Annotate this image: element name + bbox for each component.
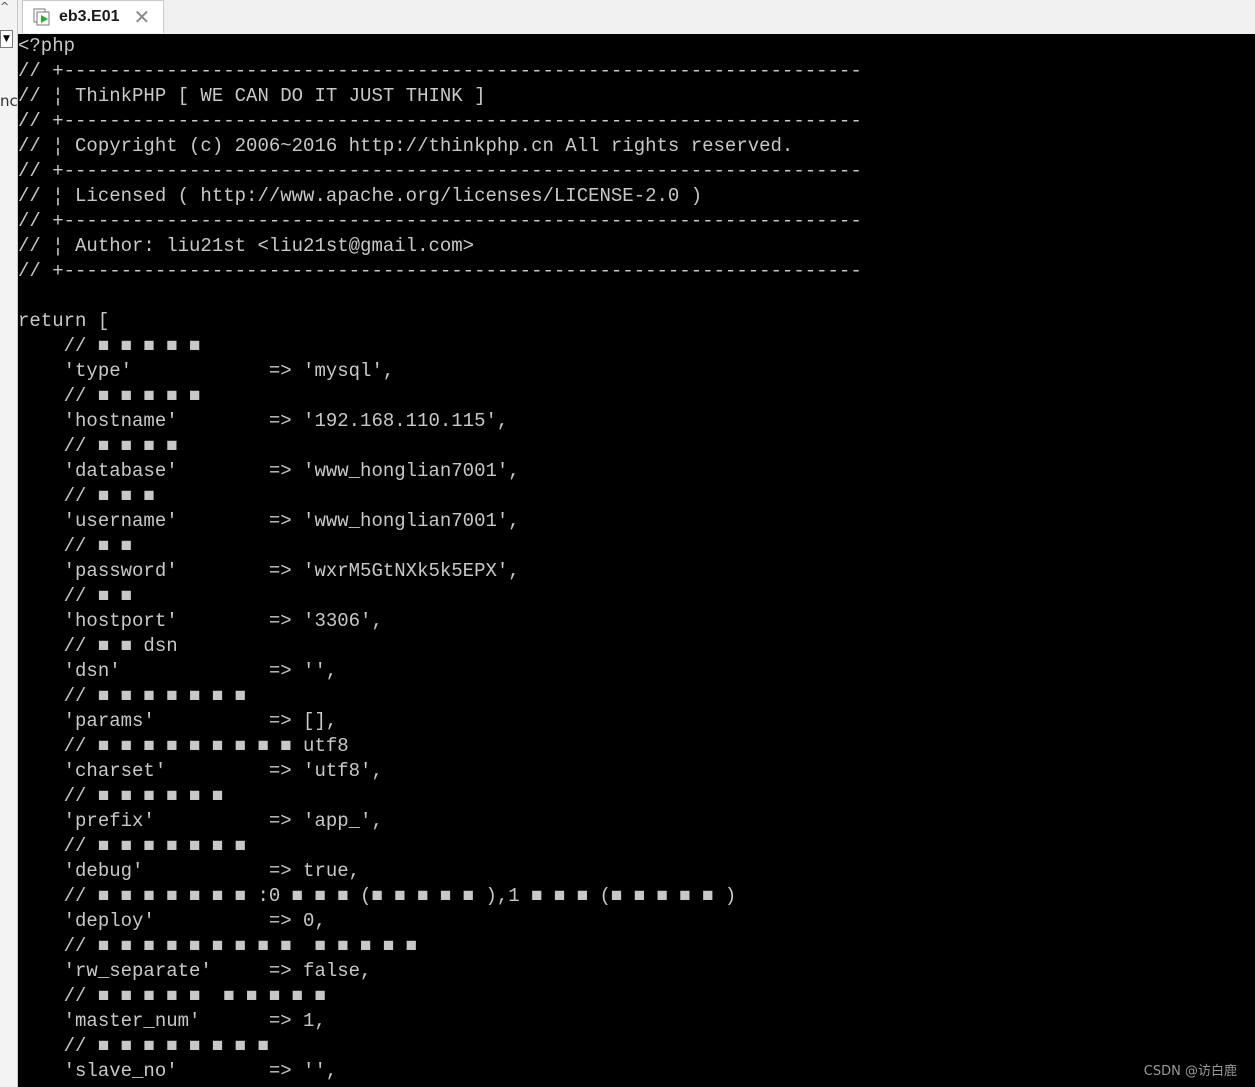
console-line: 'database' => 'www_honglian7001',	[18, 460, 520, 482]
console-line: // ■ ■ ■ ■ ■ ■ ■ ■ ■ ■ ■ ■ ■ ■	[18, 935, 418, 957]
console-line: 'prefix' => 'app_',	[18, 810, 383, 832]
console-line: // ■ ■ ■ ■ ■ ■ ■ ■	[18, 1035, 269, 1057]
console-line: // +------------------------------------…	[18, 260, 862, 282]
watermark: CSDN @访白鹿	[1143, 1064, 1237, 1079]
console-line: // ■ ■	[18, 535, 133, 557]
console-line: 'charset' => 'utf8',	[18, 760, 383, 782]
left-panel-text-fragment: nc	[0, 92, 18, 110]
console-line: 'rw_separate' => false,	[18, 960, 372, 982]
console-line: // ¦ Copyright (c) 2006~2016 http://thin…	[18, 135, 794, 157]
console-line: // ¦ ThinkPHP [ WE CAN DO IT JUST THINK …	[18, 85, 486, 107]
console-line: // ■ ■ ■ ■ ■ ■ ■ :0 ■ ■ ■ (■ ■ ■ ■ ■ ),1…	[18, 885, 737, 907]
tab-bar: eb3.E01 ✕	[18, 0, 1255, 35]
chevron-down-icon[interactable]: ▼	[0, 30, 13, 48]
console-line: // ■ ■ ■ ■ ■ ■	[18, 785, 224, 807]
console-screen[interactable]: <?php // +-------------------------------…	[18, 34, 1255, 1087]
tab-eb3-e01[interactable]: eb3.E01 ✕	[22, 0, 164, 33]
console-line: // ■ ■ dsn	[18, 635, 178, 657]
console-line: // ■ ■	[18, 585, 133, 607]
left-side-panel: ^ ▼ nc	[0, 0, 18, 1087]
console-line: // ■ ■ ■	[18, 485, 155, 507]
console-line: // +------------------------------------…	[18, 210, 862, 232]
console-line: // +------------------------------------…	[18, 160, 862, 182]
console-line: // ■ ■ ■ ■ ■ ■ ■	[18, 835, 247, 857]
console-line: // +------------------------------------…	[18, 60, 862, 82]
console-line: 'slave_no' => '',	[18, 1060, 338, 1082]
console-line: // ¦ Author: liu21st <liu21st@gmail.com>	[18, 235, 475, 257]
console-line: 'hostname' => '192.168.110.115',	[18, 410, 509, 432]
console-line: 'deploy' => 0,	[18, 910, 326, 932]
console-line: // ■ ■ ■ ■ ■	[18, 385, 201, 407]
console-line: 'password' => 'wxrM5GtNXk5k5EPX',	[18, 560, 520, 582]
console-line: // +------------------------------------…	[18, 110, 862, 132]
console-line: 'hostport' => '3306',	[18, 610, 383, 632]
console-line: // ■ ■ ■ ■ ■	[18, 335, 201, 357]
console-line: // ■ ■ ■ ■ ■ ■ ■	[18, 685, 247, 707]
close-icon[interactable]: ✕	[133, 7, 150, 27]
console-line: // ■ ■ ■ ■ ■ ■ ■ ■ ■ ■	[18, 985, 326, 1007]
console-line: // ■ ■ ■ ■	[18, 435, 178, 457]
console-line: <?php	[18, 35, 76, 57]
console-line: // ¦ Licensed ( http://www.apache.org/li…	[18, 185, 703, 207]
console-line: 'type' => 'mysql',	[18, 360, 395, 382]
console-line: // ■ ■ ■ ■ ■ ■ ■ ■ ■ utf8	[18, 735, 349, 757]
console-line: 'params' => [],	[18, 710, 338, 732]
console-line: 'username' => 'www_honglian7001',	[18, 510, 520, 532]
console-line: 'debug' => true,	[18, 860, 361, 882]
vm-play-icon	[33, 8, 51, 26]
left-panel-caret: ^	[0, 0, 10, 13]
console-output: <?php // +-------------------------------…	[18, 34, 862, 1084]
console-line: 'dsn' => '',	[18, 660, 338, 682]
console-line: 'master_num' => 1,	[18, 1010, 326, 1032]
console-line: return [	[18, 310, 110, 332]
tab-label: eb3.E01	[59, 8, 120, 25]
